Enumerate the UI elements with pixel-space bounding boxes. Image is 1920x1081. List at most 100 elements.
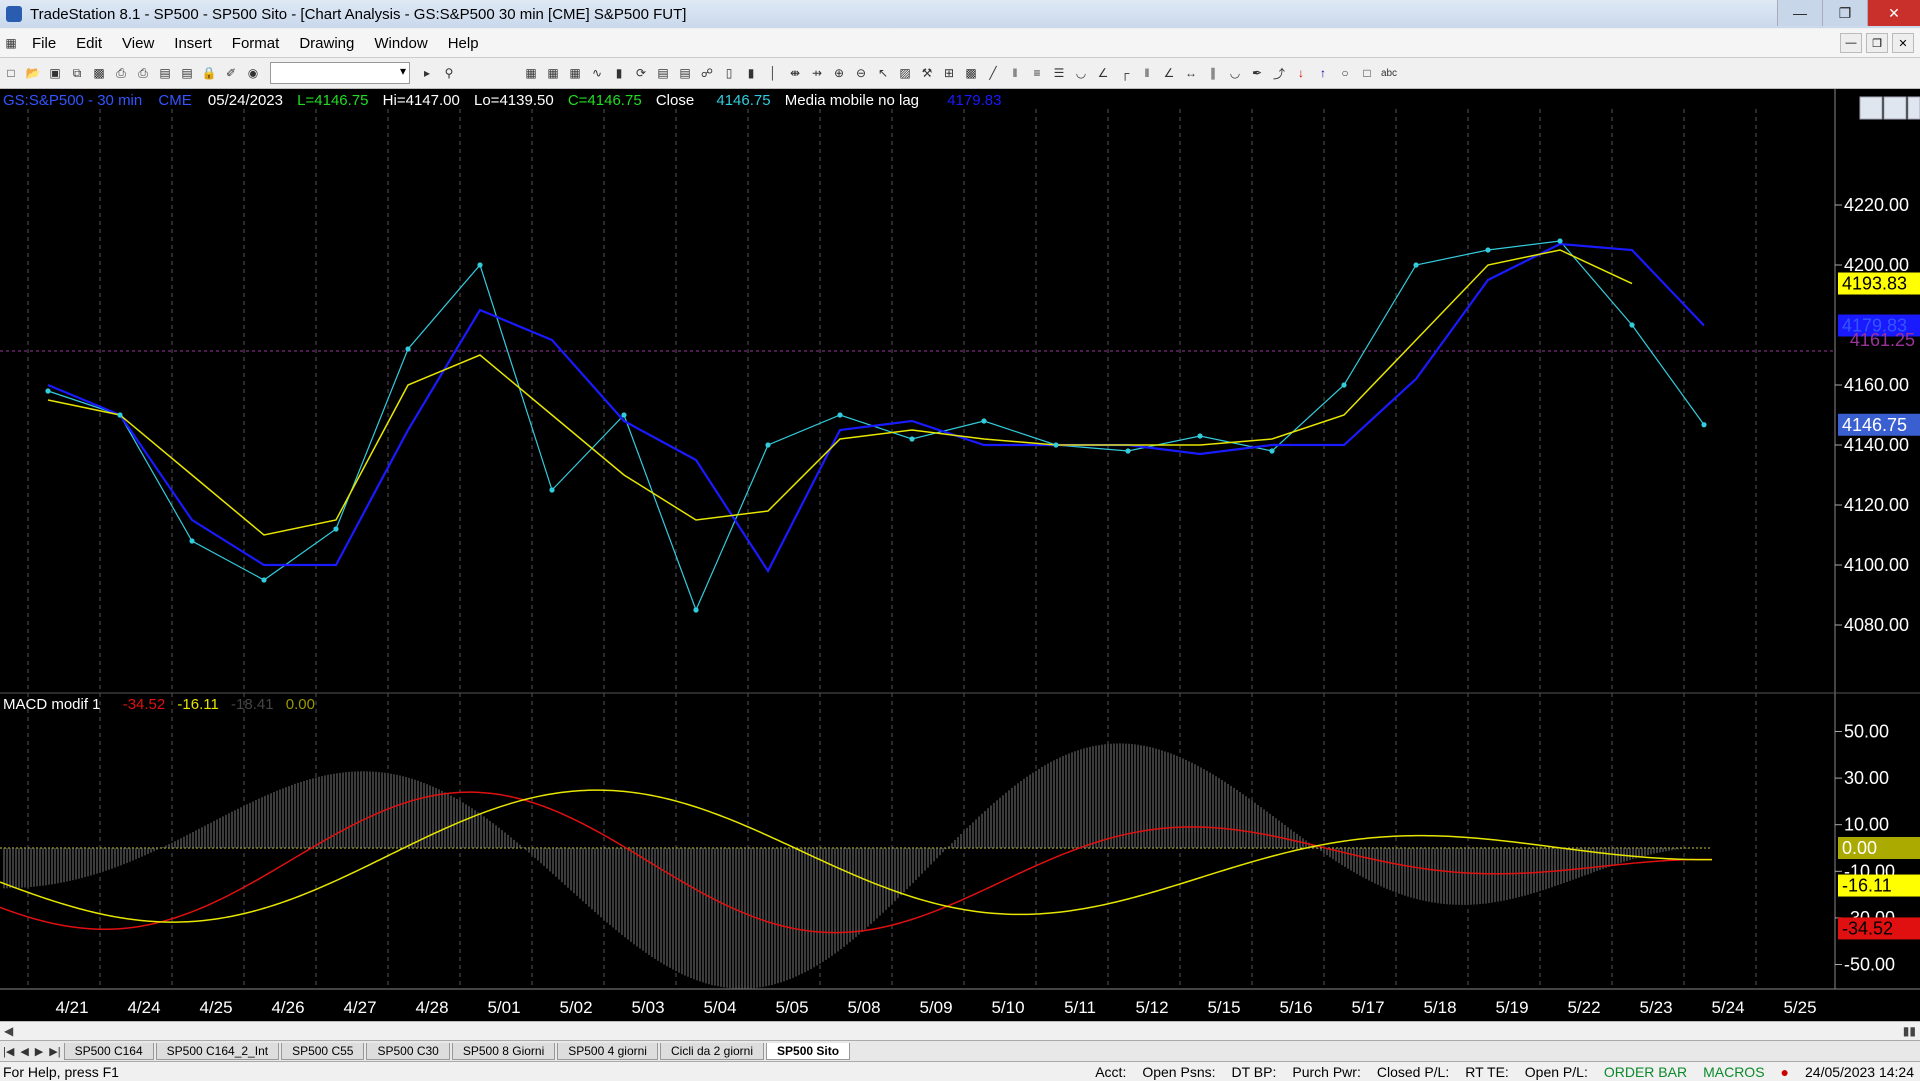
open-icon[interactable]: 📂 bbox=[24, 64, 42, 82]
svg-text:GS:S&P500 - 30 min CME: GS:S&P500 - 30 min CME 05/24/2023 L=4146… bbox=[3, 92, 1001, 109]
mdi-restore-icon[interactable]: ❐ bbox=[1866, 33, 1888, 53]
tab-sp500-c164[interactable]: SP500 C164 bbox=[63, 1042, 154, 1060]
candle-icon[interactable]: ▯ bbox=[720, 64, 738, 82]
menu-help[interactable]: Help bbox=[438, 35, 489, 52]
window-icon[interactable]: ▤ bbox=[156, 64, 174, 82]
chart-restore-icon[interactable] bbox=[1883, 96, 1907, 120]
chart-svg[interactable]: 4/21 4/24 4/25 4/26 4/27 4/28 5/01 5/02 5/03 5/04… bbox=[0, 89, 1920, 1021]
circle-icon[interactable]: ○ bbox=[1336, 64, 1354, 82]
channels-icon[interactable]: ‖ bbox=[1138, 64, 1156, 82]
menu-file[interactable]: File bbox=[22, 35, 66, 52]
rectangle-icon[interactable]: □ bbox=[1358, 64, 1376, 82]
zoom-in-icon[interactable]: ⊕ bbox=[830, 64, 848, 82]
bars-icon[interactable]: ▮ bbox=[610, 64, 628, 82]
price-point bbox=[909, 436, 915, 442]
tab-sp500-8-giorni[interactable]: SP500 8 Giorni bbox=[451, 1042, 556, 1060]
horizontal-scrollbar[interactable]: ◀ ▮▮ bbox=[0, 1021, 1920, 1040]
close-button[interactable]: ✕ bbox=[1867, 0, 1920, 26]
chart-style-icon[interactable]: ∿ bbox=[588, 64, 606, 82]
link-icon[interactable]: ☍ bbox=[698, 64, 716, 82]
status-order-bar[interactable]: ORDER BAR bbox=[1604, 1064, 1687, 1080]
maximize-button[interactable]: ❐ bbox=[1822, 0, 1867, 26]
symbol-select[interactable] bbox=[270, 62, 410, 84]
tab-prev-icon[interactable]: ◀ bbox=[20, 1045, 28, 1058]
angle-icon[interactable]: ∠ bbox=[1160, 64, 1178, 82]
arrow-right-icon[interactable]: ▸ bbox=[418, 64, 436, 82]
trendline-icon[interactable]: ╱ bbox=[984, 64, 1002, 82]
window-title: TradeStation 8.1 - SP500 - SP500 Sito - … bbox=[30, 5, 687, 23]
scroll-left-icon[interactable]: ◀ bbox=[4, 1024, 13, 1038]
minimize-button[interactable]: — bbox=[1777, 0, 1822, 26]
tab-sp500-c164-2-int[interactable]: SP500 C164_2_Int bbox=[155, 1042, 280, 1060]
zoom-out-icon[interactable]: ⊖ bbox=[852, 64, 870, 82]
menu-window[interactable]: Window bbox=[364, 35, 437, 52]
lock-icon[interactable]: 🔒 bbox=[200, 64, 218, 82]
export-icon[interactable]: ⊞ bbox=[940, 64, 958, 82]
copy-icon[interactable]: ⧉ bbox=[68, 64, 86, 82]
arrows-icon[interactable]: ↔ bbox=[1182, 64, 1200, 82]
save-icon[interactable]: ▣ bbox=[46, 64, 64, 82]
print-preview-icon[interactable]: ⎙ bbox=[134, 64, 152, 82]
parallel-icon[interactable]: ∥ bbox=[1204, 64, 1222, 82]
brush-icon[interactable]: ✐ bbox=[222, 64, 240, 82]
menu-edit[interactable]: Edit bbox=[66, 35, 112, 52]
grid2-icon[interactable]: ▦ bbox=[544, 64, 562, 82]
tab-next-icon[interactable]: ▶ bbox=[35, 1045, 43, 1058]
chart-minimize-icon[interactable] bbox=[1859, 96, 1883, 120]
arrow-up-icon[interactable]: ↑ bbox=[1314, 64, 1332, 82]
new-icon[interactable]: □ bbox=[2, 64, 20, 82]
options-icon[interactable]: ▩ bbox=[962, 64, 980, 82]
chart-area[interactable]: 4/21 4/24 4/25 4/26 4/27 4/28 5/01 5/02 5/03 5/04… bbox=[0, 89, 1920, 1021]
layout2-icon[interactable]: ▤ bbox=[676, 64, 694, 82]
pen-icon[interactable]: ✒ bbox=[1248, 64, 1266, 82]
vlines-icon[interactable]: ‖ bbox=[1006, 64, 1024, 82]
curve-icon[interactable]: ⤴ bbox=[1270, 64, 1288, 82]
macd-axis-label: 10.00 bbox=[1844, 815, 1889, 835]
scroll-right-icon[interactable]: ▮▮ bbox=[1903, 1024, 1916, 1038]
hlines-icon[interactable]: ≡ bbox=[1028, 64, 1046, 82]
tab-sp500-4-giorni[interactable]: SP500 4 giorni bbox=[557, 1042, 658, 1060]
tab-last-icon[interactable]: ▶| bbox=[49, 1045, 60, 1058]
compress-icon[interactable]: ⇼ bbox=[786, 64, 804, 82]
yellow-average-line bbox=[47, 249, 1633, 536]
layout-icon[interactable]: ▤ bbox=[654, 64, 672, 82]
print-icon[interactable]: ⎙ bbox=[112, 64, 130, 82]
chart-icon[interactable]: ▦ bbox=[2, 34, 20, 52]
arrow-down-icon[interactable]: ↓ bbox=[1292, 64, 1310, 82]
mdi-close-icon[interactable]: ✕ bbox=[1892, 33, 1914, 53]
globe-icon[interactable]: ◉ bbox=[244, 64, 262, 82]
chart-close-icon[interactable] bbox=[1907, 96, 1920, 120]
price-point bbox=[1413, 262, 1419, 268]
window2-icon[interactable]: ▤ bbox=[178, 64, 196, 82]
speed-icon[interactable]: ◡ bbox=[1226, 64, 1244, 82]
arc-icon[interactable]: ◡ bbox=[1072, 64, 1090, 82]
text-tool-icon[interactable]: abc bbox=[1380, 64, 1398, 82]
menu-view[interactable]: View bbox=[112, 35, 164, 52]
mdi-minimize-icon[interactable]: — bbox=[1840, 33, 1862, 53]
folder-icon[interactable]: ▩ bbox=[90, 64, 108, 82]
status-closed-pl: Closed P/L: bbox=[1376, 1063, 1450, 1080]
refresh-icon[interactable]: ⟳ bbox=[632, 64, 650, 82]
pointer-icon[interactable]: ↖ bbox=[874, 64, 892, 82]
menu-insert[interactable]: Insert bbox=[164, 35, 222, 52]
tab-sp500-c55[interactable]: SP500 C55 bbox=[281, 1042, 365, 1060]
tools-icon[interactable]: ⚒ bbox=[918, 64, 936, 82]
tab-first-icon[interactable]: |◀ bbox=[3, 1045, 14, 1058]
menu-drawing[interactable]: Drawing bbox=[289, 35, 364, 52]
tab-sp500-sito[interactable]: SP500 Sito bbox=[766, 1042, 851, 1060]
ohlc-icon[interactable]: │ bbox=[764, 64, 782, 82]
fan-icon[interactable]: ∠ bbox=[1094, 64, 1112, 82]
grid3-icon[interactable]: ▦ bbox=[566, 64, 584, 82]
bar-chart-icon[interactable]: ▮ bbox=[742, 64, 760, 82]
header-date: 05/24/2023 bbox=[208, 92, 283, 109]
insert-icon[interactable]: ▨ bbox=[896, 64, 914, 82]
tab-cicli-da-2-giorni[interactable]: Cicli da 2 giorni bbox=[659, 1042, 765, 1060]
status-macros[interactable]: MACROS bbox=[1703, 1064, 1764, 1080]
menu-format[interactable]: Format bbox=[222, 35, 290, 52]
fib-icon[interactable]: ☰ bbox=[1050, 64, 1068, 82]
find-icon[interactable]: ⚲ bbox=[440, 64, 458, 82]
tab-sp500-c30[interactable]: SP500 C30 bbox=[366, 1042, 450, 1060]
grid1-icon[interactable]: ▦ bbox=[522, 64, 540, 82]
step-icon[interactable]: ┌ bbox=[1116, 64, 1134, 82]
expand-icon[interactable]: ⇸ bbox=[808, 64, 826, 82]
